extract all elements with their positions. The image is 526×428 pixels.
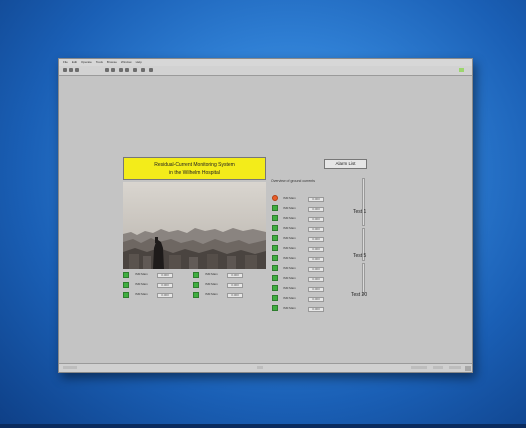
status-led [272, 225, 278, 231]
panel-title: Residual-Current Monitoring System in th… [123, 157, 266, 180]
status-led [272, 215, 278, 221]
status-led [193, 282, 199, 288]
row-value: 0.000 [308, 197, 324, 202]
row-label: ISM Main [135, 272, 148, 276]
row-label: ISM Main [283, 246, 296, 250]
row-value: 0.000 [308, 267, 324, 272]
alarm-led [272, 195, 278, 201]
status-led [272, 275, 278, 281]
menu-bar: File Edit Operate Tools Browse Window He… [59, 59, 472, 66]
title-line-2: in the Wilhelm Hospital [169, 169, 220, 176]
hospital-skyline-photo [123, 182, 266, 269]
status-led [272, 285, 278, 291]
row-value: 0.000 [227, 293, 243, 298]
status-cell [433, 366, 443, 369]
menu-tools[interactable]: Tools [96, 59, 103, 66]
row-label: ISM Main [283, 236, 296, 240]
row-value: 0.000 [308, 257, 324, 262]
status-cell [63, 366, 77, 369]
status-cell [449, 366, 461, 369]
status-led [272, 295, 278, 301]
menu-window[interactable]: Window [121, 59, 132, 66]
row-value: 0.000 [308, 237, 324, 242]
menu-help[interactable]: Help [136, 59, 142, 66]
test-20-slider[interactable] [362, 263, 365, 295]
row-value: 0.000 [157, 283, 173, 288]
test-20-label: Test 20 [351, 292, 368, 298]
row-label: ISM Main [205, 282, 218, 286]
labview-front-panel-window: File Edit Operate Tools Browse Window He… [58, 58, 473, 373]
status-led [123, 292, 129, 298]
row-value: 0.000 [308, 207, 324, 212]
status-led [193, 292, 199, 298]
row-value: 0.000 [157, 273, 173, 278]
status-led [272, 265, 278, 271]
align-icon[interactable] [119, 68, 123, 72]
row-label: ISM Main [283, 276, 296, 280]
status-led [123, 282, 129, 288]
menu-edit[interactable]: Edit [72, 59, 77, 66]
row-value: 0.000 [308, 227, 324, 232]
status-led [272, 245, 278, 251]
row-label: ISM Main [135, 282, 148, 286]
resize-grip-icon[interactable] [465, 366, 471, 371]
status-led [272, 305, 278, 311]
row-label: ISM Main [283, 306, 296, 310]
row-value: 0.000 [308, 277, 324, 282]
row-label: ISM Main [205, 272, 218, 276]
row-label: ISM Main [205, 292, 218, 296]
scroll-thumb[interactable] [257, 366, 263, 369]
row-label: ISM Main [283, 216, 296, 220]
distribute-icon[interactable] [125, 68, 129, 72]
font-icon[interactable] [111, 68, 115, 72]
row-label: ISM Main [283, 296, 296, 300]
row-label: ISM Main [283, 206, 296, 210]
resize-icon[interactable] [133, 68, 137, 72]
toolbar [59, 66, 472, 76]
title-line-1: Residual-Current Monitoring System [154, 161, 235, 168]
row-value: 0.000 [308, 217, 324, 222]
status-bar [59, 363, 472, 372]
menu-operate[interactable]: Operate [81, 59, 92, 66]
test-1-label: Test 1 [353, 209, 367, 215]
row-label: ISM Main [283, 226, 296, 230]
row-label: ISM Main [283, 196, 296, 200]
row-value: 0.000 [308, 247, 324, 252]
row-value: 0.000 [308, 287, 324, 292]
status-led [193, 272, 199, 278]
row-value: 0.000 [308, 307, 324, 312]
alarm-list-button[interactable]: Alarm List [324, 159, 367, 169]
menu-browse[interactable]: Browse [107, 59, 117, 66]
status-led [272, 235, 278, 241]
test-1-slider[interactable] [362, 178, 365, 226]
row-value: 0.000 [227, 283, 243, 288]
zoom-icon[interactable] [149, 68, 153, 72]
test-5-label: Test 5 [353, 253, 367, 259]
status-led [123, 272, 129, 278]
overview-label: Overview of ground currents [271, 179, 315, 183]
screen-bottom-edge [0, 424, 526, 428]
pause-icon[interactable] [105, 68, 109, 72]
row-label: ISM Main [135, 292, 148, 296]
row-label: ISM Main [283, 286, 296, 290]
menu-file[interactable]: File [63, 59, 68, 66]
row-value: 0.000 [227, 273, 243, 278]
status-led [272, 255, 278, 261]
status-led [272, 205, 278, 211]
row-label: ISM Main [283, 256, 296, 260]
row-value: 0.000 [308, 297, 324, 302]
stop-icon[interactable] [75, 68, 79, 72]
reorder-icon[interactable] [141, 68, 145, 72]
row-value: 0.000 [157, 293, 173, 298]
status-cell [411, 366, 427, 369]
row-label: ISM Main [283, 266, 296, 270]
run-continuous-icon[interactable] [69, 68, 73, 72]
run-arrow-icon[interactable] [63, 68, 67, 72]
status-light-icon [459, 68, 464, 72]
